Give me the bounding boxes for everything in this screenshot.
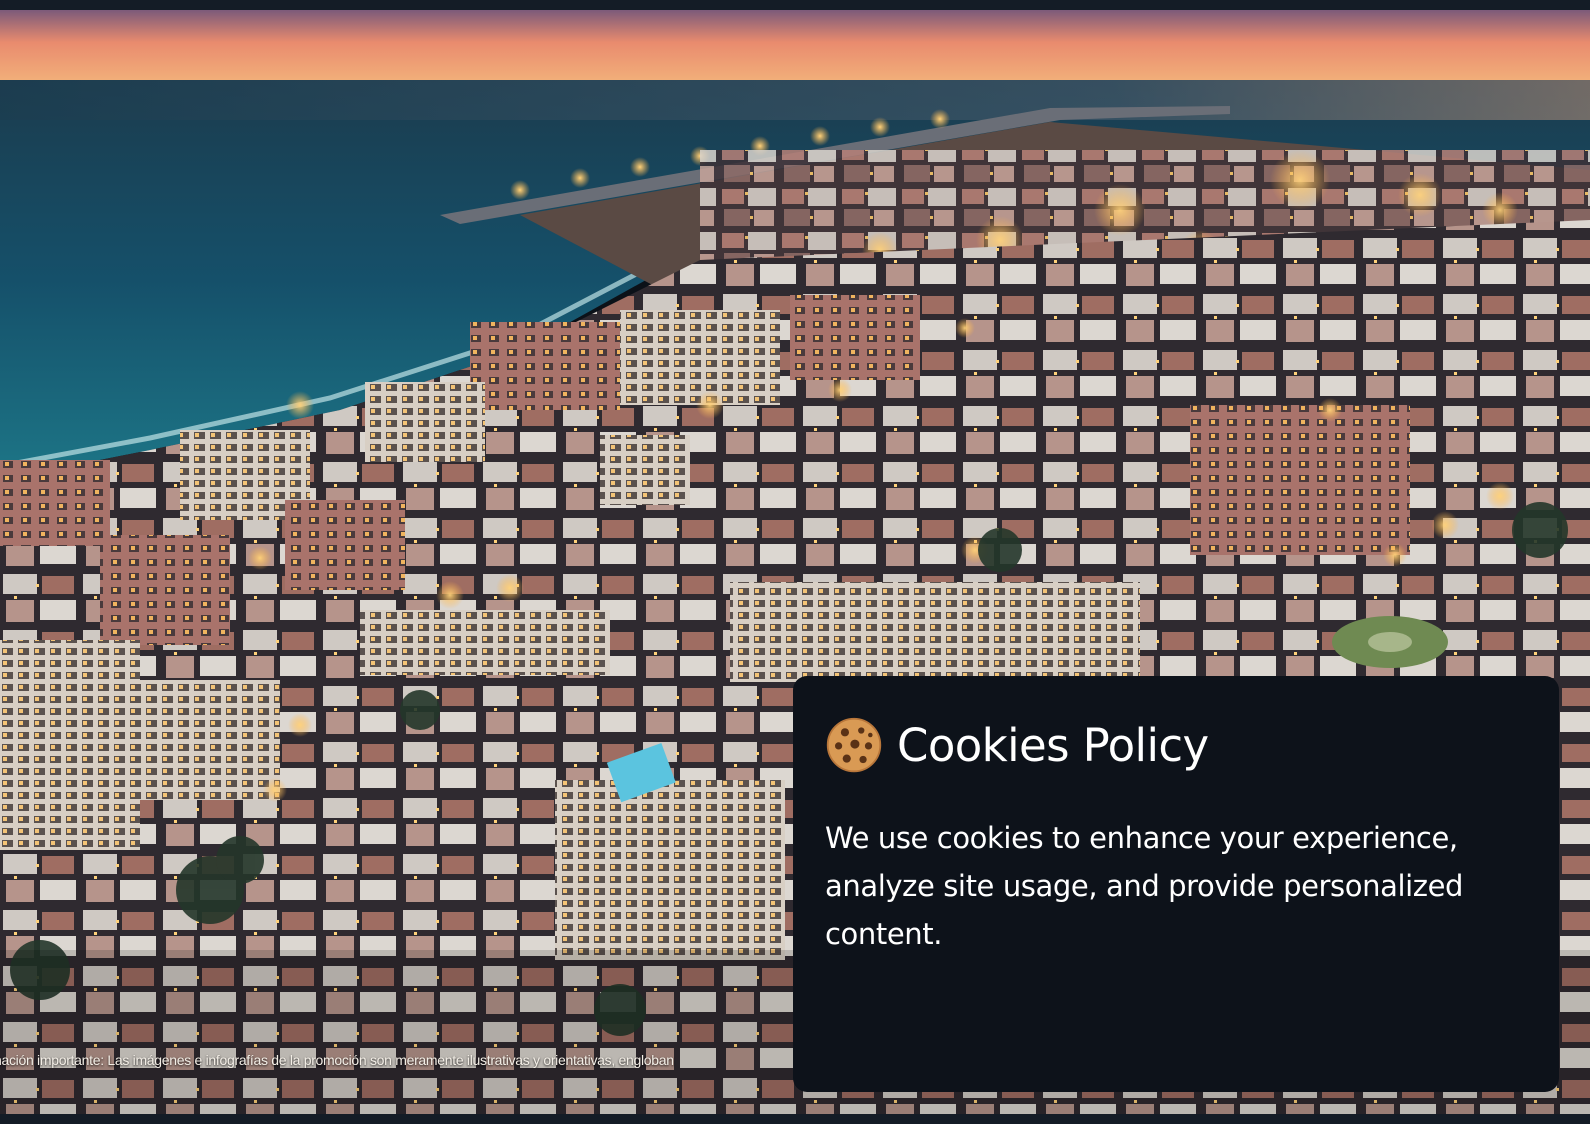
cookie-banner: Cookies Policy We use cookies to enhance…	[793, 676, 1559, 1092]
page: nación importante: Las imágenes e infogr…	[0, 0, 1590, 1124]
cookie-banner-header: Cookies Policy	[825, 716, 1527, 774]
cookie-icon	[826, 717, 882, 773]
top-bar	[0, 0, 1590, 10]
cookie-banner-message: We use cookies to enhance your experienc…	[825, 821, 1464, 951]
disclaimer-text: nación importante: Las imágenes e infogr…	[0, 1052, 674, 1068]
bottom-bar	[0, 1114, 1590, 1124]
cookie-banner-title: Cookies Policy	[897, 718, 1209, 772]
